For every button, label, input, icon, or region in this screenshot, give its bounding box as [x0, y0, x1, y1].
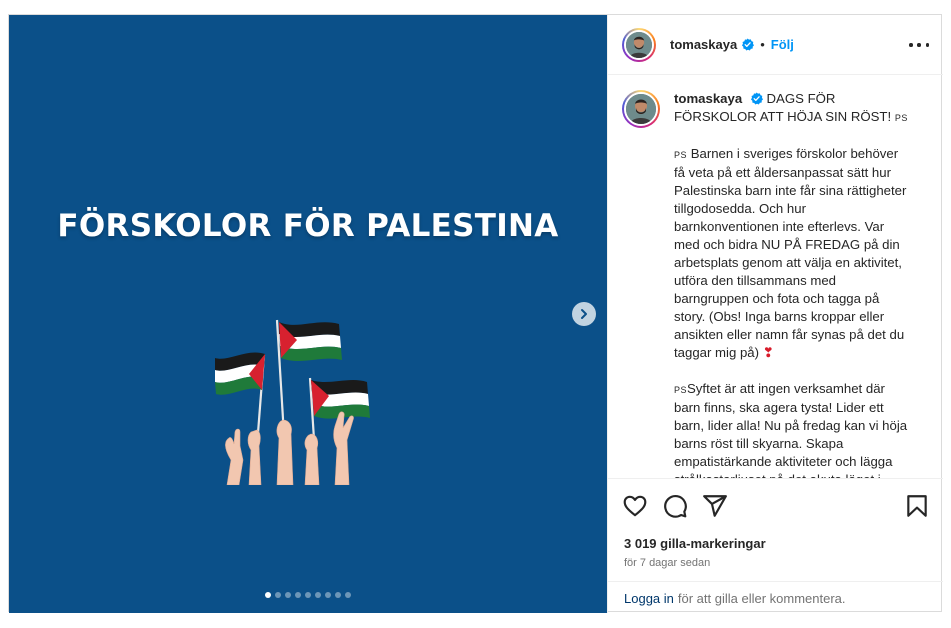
carousel-indicator — [9, 592, 607, 598]
media-title-text: FÖRSKOLOR FÖR PALESTINA — [57, 208, 559, 244]
likes-count[interactable]: 3 019 gilla-markeringar — [624, 536, 766, 551]
header-username[interactable]: tomaskaya — [670, 37, 737, 52]
heart-exclamation-emoji: ❣ — [762, 345, 774, 360]
caption-paragraph-1: Barnen i sveriges förskolor behöver få v… — [674, 146, 907, 360]
carousel-dot — [335, 592, 341, 598]
ps-marker: PS — [894, 113, 908, 123]
carousel-dot — [265, 592, 271, 598]
action-icon-row — [622, 493, 930, 521]
verified-badge-icon — [750, 92, 763, 105]
post-header: tomaskaya • Följ — [608, 15, 943, 75]
palestine-flags-hands-illustration — [215, 319, 370, 485]
post-media[interactable]: FÖRSKOLOR FÖR PALESTINA — [9, 15, 607, 613]
post-actions: 3 019 gilla-markeringar för 7 dagar seda… — [608, 478, 943, 613]
avatar-image — [626, 31, 652, 58]
ps-marker: PS — [674, 150, 688, 160]
carousel-dot — [275, 592, 281, 598]
ps-marker: PS — [674, 385, 688, 395]
avatar-image — [626, 94, 656, 124]
carousel-next-button[interactable] — [572, 302, 596, 326]
carousel-dot — [295, 592, 301, 598]
caption-username[interactable]: tomaskaya — [674, 91, 742, 106]
caption-avatar[interactable] — [622, 90, 660, 128]
caption-row: tomaskaya DAGS FÖR FÖRSKOLOR ATT HÖJA SI… — [622, 90, 927, 478]
more-options-button[interactable] — [909, 37, 929, 53]
post-timestamp[interactable]: för 7 dagar sedan — [624, 557, 710, 569]
login-link[interactable]: Logga in — [624, 591, 674, 606]
verified-badge-icon — [742, 38, 755, 51]
heart-icon[interactable] — [622, 493, 648, 519]
follow-button[interactable]: Följ — [771, 37, 794, 52]
caption-paragraph-2: Syftet är att ingen verksamhet där barn … — [674, 381, 908, 478]
login-prompt-text: för att gilla eller kommentera. — [677, 590, 846, 606]
carousel-dot — [305, 592, 311, 598]
header-separator: • — [760, 37, 765, 52]
avatar[interactable] — [622, 27, 656, 62]
caption-scroll-area[interactable]: tomaskaya DAGS FÖR FÖRSKOLOR ATT HÖJA SI… — [608, 76, 943, 478]
carousel-dot — [315, 592, 321, 598]
send-icon[interactable] — [702, 493, 728, 519]
comment-icon[interactable] — [662, 493, 688, 519]
bookmark-icon[interactable] — [904, 493, 930, 519]
login-prompt: Logga in för att gilla eller kommentera. — [608, 581, 943, 614]
carousel-dot — [345, 592, 351, 598]
caption-text: tomaskaya DAGS FÖR FÖRSKOLOR ATT HÖJA SI… — [674, 90, 908, 478]
carousel-dot — [285, 592, 291, 598]
post-container: FÖRSKOLOR FÖR PALESTINA tomaskaya • Följ… — [8, 14, 943, 613]
post-side-panel: tomaskaya • Följ tomaskaya DAGS FÖR FÖRS… — [607, 15, 943, 613]
more-horizontal-icon — [909, 43, 913, 47]
carousel-dot — [325, 592, 331, 598]
chevron-right-icon — [581, 309, 587, 319]
